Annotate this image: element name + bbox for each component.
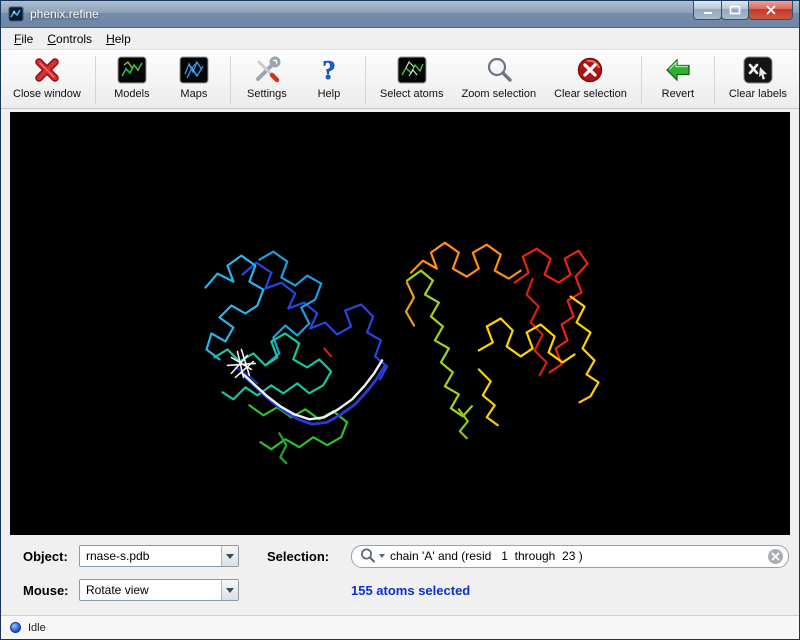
mouse-dropdown-value: Rotate view [80,583,221,597]
search-options-chevron-icon[interactable] [378,552,386,560]
toolbar-maps[interactable]: Maps [168,54,220,100]
toolbar-label: Revert [662,88,694,100]
clear-search-icon[interactable] [768,549,783,564]
toolbar-label: Help [318,88,341,100]
close-button[interactable] [748,1,793,20]
maps-icon [178,54,210,86]
titlebar: phenix.refine [1,1,799,28]
toolbar-label: Select atoms [380,88,444,100]
toolbar-zoom-selection[interactable]: Zoom selection [457,54,540,100]
models-icon [116,54,148,86]
toolbar-separator [714,56,715,104]
window-title: phenix.refine [30,7,99,21]
toolbar-models[interactable]: Models [106,54,158,100]
toolbar-help[interactable]: ? Help [303,54,355,100]
toolbar-label: Clear labels [729,88,787,100]
settings-icon [251,54,283,86]
toolbar-revert[interactable]: Revert [652,54,704,100]
menubar: File Controls Help [1,28,799,50]
toolbar-label: Clear selection [554,88,627,100]
object-dropdown[interactable]: rnase-s.pdb [79,545,239,567]
svg-text:?: ? [322,55,336,85]
molecule-rendering [10,112,790,535]
minimize-button[interactable] [693,1,722,20]
toolbar-clear-selection[interactable]: Clear selection [550,54,631,100]
chevron-down-icon [221,580,238,600]
close-window-icon [31,54,63,86]
atoms-selected-status: 155 atoms selected [351,583,789,598]
toolbar-separator [641,56,642,104]
toolbar-select-atoms[interactable]: Select atoms [376,54,448,100]
object-label: Object: [23,549,79,564]
app-icon [8,6,24,22]
clear-selection-icon [574,54,606,86]
menu-controls[interactable]: Controls [40,29,99,49]
status-led-icon [10,622,21,633]
status-text: Idle [28,622,46,634]
toolbar-label: Zoom selection [461,88,536,100]
toolbar-label: Models [114,88,149,100]
toolbar: Close window Models [1,50,799,109]
revert-icon [662,54,694,86]
select-atoms-icon [396,54,428,86]
toolbar-separator [230,56,231,104]
mouse-dropdown[interactable]: Rotate view [79,579,239,601]
toolbar-separator [365,56,366,104]
controls-panel: Object: rnase-s.pdb Selection: Mouse: [1,535,799,615]
toolbar-clear-labels[interactable]: Clear labels [725,54,791,100]
maximize-button[interactable] [721,1,749,20]
search-icon [359,547,377,565]
toolbar-close-window[interactable]: Close window [9,54,85,100]
chevron-down-icon [221,546,238,566]
toolbar-label: Settings [247,88,287,100]
selection-input[interactable] [386,549,768,563]
zoom-selection-icon [483,54,515,86]
status-bar: Idle [1,615,799,639]
toolbar-label: Close window [13,88,81,100]
mouse-label: Mouse: [23,583,79,598]
toolbar-label: Maps [180,88,207,100]
selection-search-field[interactable] [351,545,789,568]
toolbar-settings[interactable]: Settings [241,54,293,100]
help-icon: ? [313,54,345,86]
molecule-viewport[interactable] [10,112,790,535]
app-window: phenix.refine File Controls Help [0,0,800,640]
menu-help[interactable]: Help [99,29,138,49]
object-dropdown-value: rnase-s.pdb [80,549,221,563]
menu-file[interactable]: File [7,29,40,49]
clear-labels-icon [742,54,774,86]
toolbar-separator [95,56,96,104]
selection-label: Selection: [267,549,351,564]
